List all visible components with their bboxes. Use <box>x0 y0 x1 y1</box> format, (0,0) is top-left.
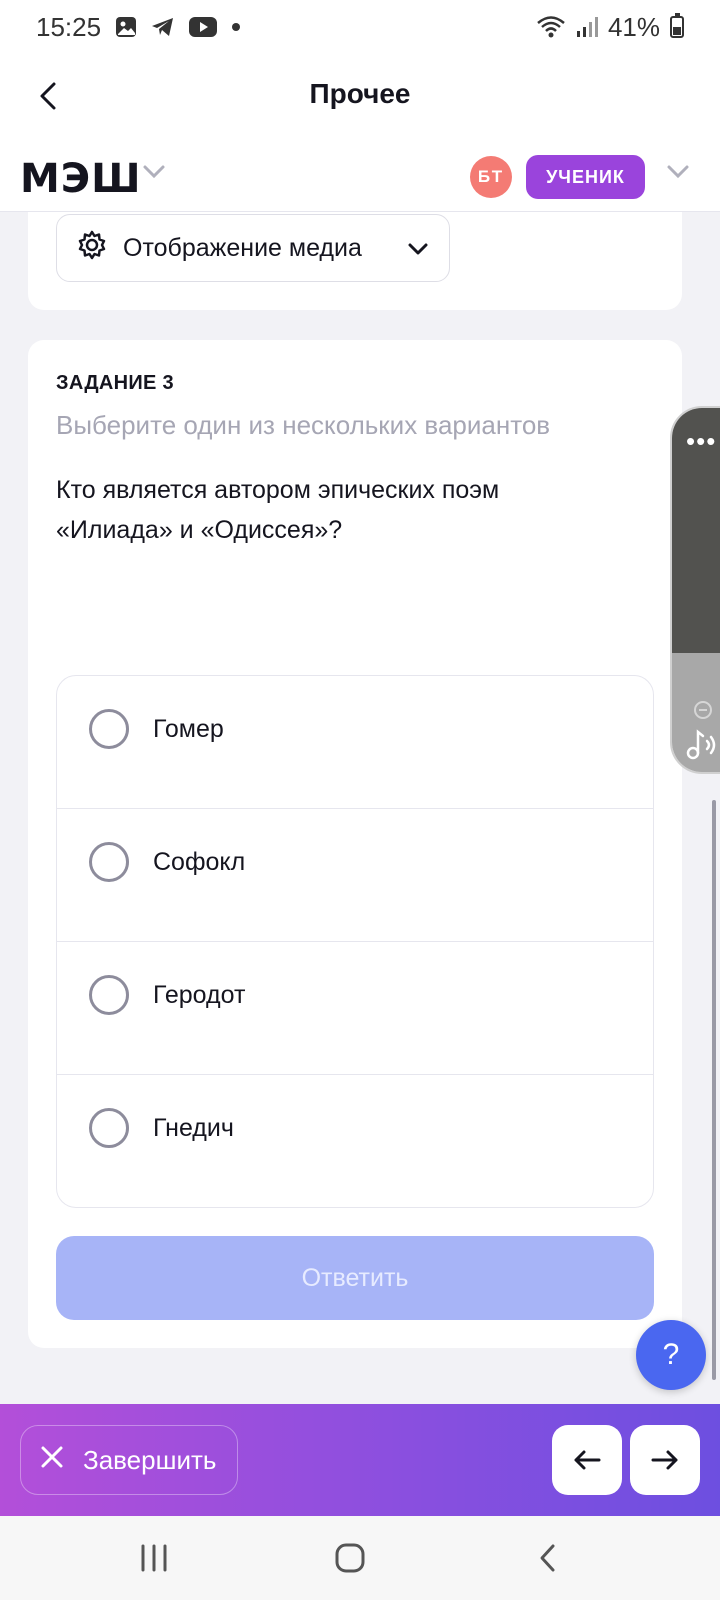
task-heading: ЗАДАНИЕ 3 <box>56 372 174 394</box>
answer-option-label: Гомер <box>153 715 224 743</box>
arrow-right-icon <box>651 1450 678 1470</box>
signal-icon <box>576 16 598 38</box>
page-title: Прочее <box>309 78 411 109</box>
top-header: Прочее <box>0 54 720 138</box>
task-instruction: Выберите один из нескольких вариантов <box>56 410 551 440</box>
answer-options: Гомер Софокл Геродот Гнедич <box>56 675 654 1208</box>
telegram-icon <box>151 16 175 38</box>
media-display-dropdown[interactable]: Отображение медиа <box>56 214 450 282</box>
chevron-left-icon <box>540 1544 555 1572</box>
next-button[interactable] <box>630 1425 700 1495</box>
avatar[interactable]: БТ <box>470 156 512 198</box>
radio-button[interactable] <box>89 975 129 1015</box>
home-icon <box>335 1543 365 1573</box>
dot-icon <box>231 22 241 32</box>
chevron-down-icon[interactable] <box>142 164 166 185</box>
scrollbar[interactable] <box>712 800 716 1380</box>
bottom-action-bar: Завершить <box>0 1404 720 1516</box>
answer-option[interactable]: Гнедич <box>57 1075 653 1207</box>
chevron-down-icon[interactable] <box>666 164 690 185</box>
status-time: 15:25 <box>36 11 102 42</box>
gallery-icon <box>115 16 137 38</box>
radio-button[interactable] <box>89 1108 129 1148</box>
system-back-button[interactable] <box>526 1536 570 1580</box>
answer-option[interactable]: Геродот <box>57 942 653 1075</box>
answer-option-label: Геродот <box>153 981 246 1009</box>
wifi-icon <box>536 15 566 39</box>
chevron-down-icon <box>407 234 429 263</box>
youtube-icon <box>189 17 218 37</box>
system-navigation-bar <box>0 1516 720 1600</box>
music-note-icon[interactable] <box>684 727 718 766</box>
battery-icon <box>670 13 684 38</box>
finish-label: Завершить <box>83 1444 217 1475</box>
recent-apps-button[interactable] <box>132 1536 176 1580</box>
finish-button[interactable]: Завершить <box>20 1425 238 1495</box>
arrow-left-icon <box>574 1450 601 1470</box>
recent-apps-icon <box>141 1544 167 1572</box>
close-icon <box>39 1444 65 1477</box>
answer-option-label: Гнедич <box>153 1114 234 1142</box>
radio-button[interactable] <box>89 842 129 882</box>
app-bar: МЭШ БТ УЧЕНИК <box>0 138 720 212</box>
media-display-label: Отображение медиа <box>123 233 362 262</box>
task-card: ЗАДАНИЕ 3 Выберите один из нескольких ва… <box>28 340 682 1348</box>
app-logo[interactable]: МЭШ <box>20 156 142 202</box>
answer-option[interactable]: Софокл <box>57 809 653 942</box>
media-settings-card: Отображение медиа <box>28 212 682 310</box>
more-icon[interactable]: ••• <box>686 428 716 454</box>
help-button[interactable]: ? <box>636 1320 706 1390</box>
answer-option[interactable]: Гомер <box>57 676 653 809</box>
gear-icon <box>77 230 107 267</box>
submit-answer-button[interactable]: Ответить <box>56 1236 654 1320</box>
previous-button[interactable] <box>552 1425 622 1495</box>
floating-side-panel[interactable]: ••• <box>670 406 720 774</box>
role-badge[interactable]: УЧЕНИК <box>526 155 645 199</box>
answer-option-label: Софокл <box>153 848 246 876</box>
battery-percent: 41% <box>607 11 660 42</box>
minus-circle-icon[interactable] <box>694 701 712 719</box>
radio-button[interactable] <box>89 709 129 749</box>
task-question: Кто является автором эпических поэм «Или… <box>56 476 500 544</box>
status-bar: 15:25 41% <box>0 0 720 54</box>
home-button[interactable] <box>328 1536 372 1580</box>
